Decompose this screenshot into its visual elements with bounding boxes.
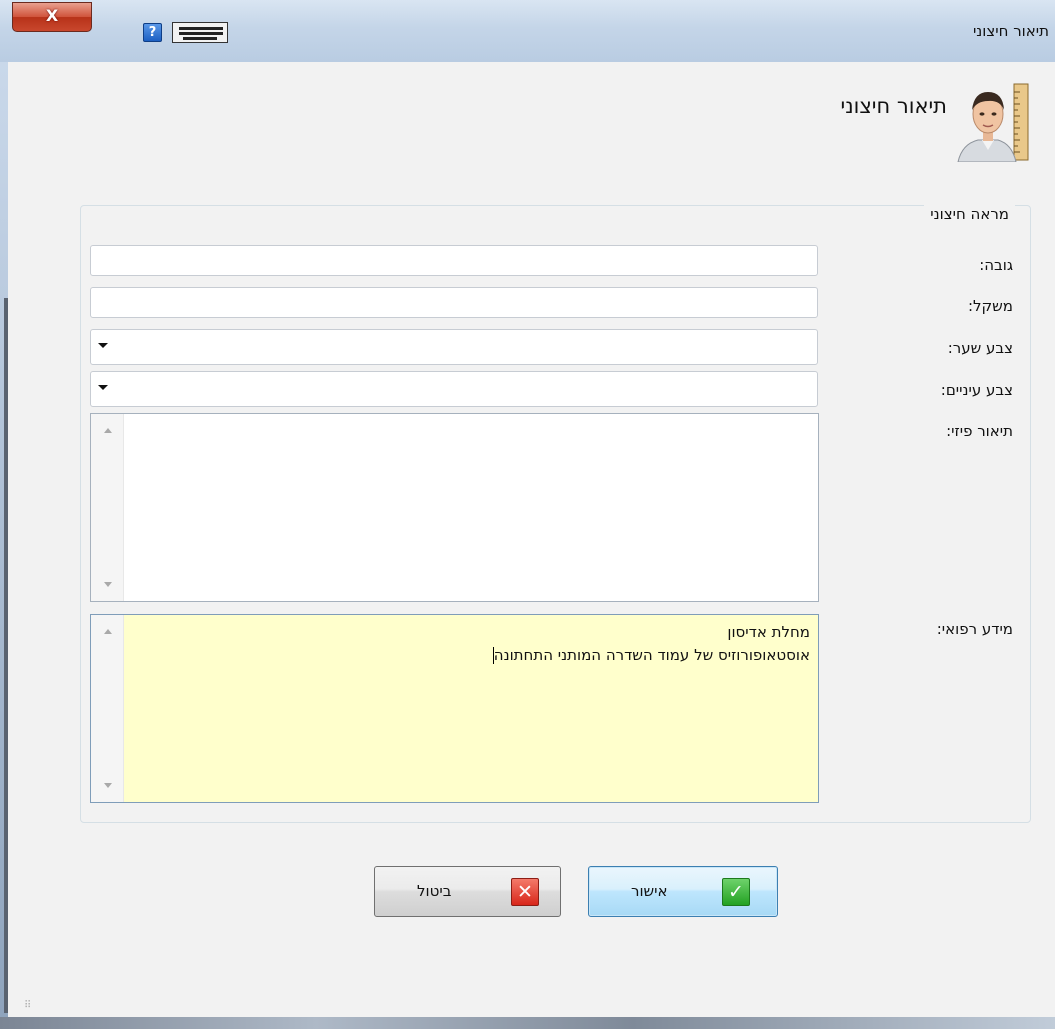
window-title: תיאור חיצוני <box>972 22 1049 40</box>
resize-grip[interactable]: ⠿ <box>24 1000 36 1012</box>
chevron-down-icon <box>98 385 108 390</box>
cancel-button[interactable]: ✕ ביטול <box>374 866 561 917</box>
scroll-down-icon[interactable] <box>104 582 112 587</box>
keyboard-icon[interactable] <box>172 22 228 43</box>
weight-label: משקל: <box>967 297 1013 315</box>
scroll-up-icon[interactable] <box>104 428 112 433</box>
checkmark-icon: ✓ <box>722 878 750 906</box>
height-field[interactable] <box>90 245 818 276</box>
eye-color-label: צבע עיניים: <box>940 381 1013 399</box>
close-icon: X <box>45 6 59 25</box>
scroll-down-icon[interactable] <box>104 783 112 788</box>
weight-field[interactable] <box>90 287 818 318</box>
dialog-window: X ? תיאור חיצוני תיאור חיצוני מראה חיצונ… <box>0 0 1055 1029</box>
scrollbar[interactable] <box>91 615 124 802</box>
help-icon[interactable]: ? <box>143 23 162 42</box>
bottom-border <box>0 1017 1055 1029</box>
title-bar: X ? תיאור חיצוני <box>0 0 1055 62</box>
medical-info-field[interactable]: מחלת אדיסון אוסטאופורוזיס של עמוד השדרה … <box>90 614 819 803</box>
left-border <box>0 62 8 1017</box>
close-button[interactable]: X <box>12 2 92 32</box>
scroll-up-icon[interactable] <box>104 629 112 634</box>
hair-color-label: צבע שער: <box>947 339 1013 357</box>
medical-info-line: אוסטאופורוזיס של עמוד השדרה המותני התחתו… <box>492 646 810 664</box>
ok-button[interactable]: ✓ אישור <box>588 866 778 917</box>
appearance-group-legend: מראה חיצוני <box>924 205 1015 223</box>
eye-color-dropdown[interactable] <box>90 371 818 407</box>
chevron-down-icon <box>98 343 108 348</box>
x-icon: ✕ <box>511 878 539 906</box>
hair-color-dropdown[interactable] <box>90 329 818 365</box>
ok-button-label: אישור <box>631 882 668 900</box>
cancel-button-label: ביטול <box>417 882 452 900</box>
medical-info-label: מידע רפואי: <box>936 620 1013 638</box>
scrollbar[interactable] <box>91 414 124 601</box>
physical-description-label: תיאור פיזי: <box>946 422 1013 440</box>
medical-info-text: מחלת אדיסון אוסטאופורוזיס של עמוד השדרה … <box>131 621 810 667</box>
medical-info-line: מחלת אדיסון <box>727 623 810 641</box>
physical-description-field[interactable] <box>90 413 819 602</box>
height-label: גובה: <box>979 256 1013 274</box>
page-title: תיאור חיצוני <box>840 94 948 118</box>
person-with-ruler-icon <box>957 83 1029 162</box>
